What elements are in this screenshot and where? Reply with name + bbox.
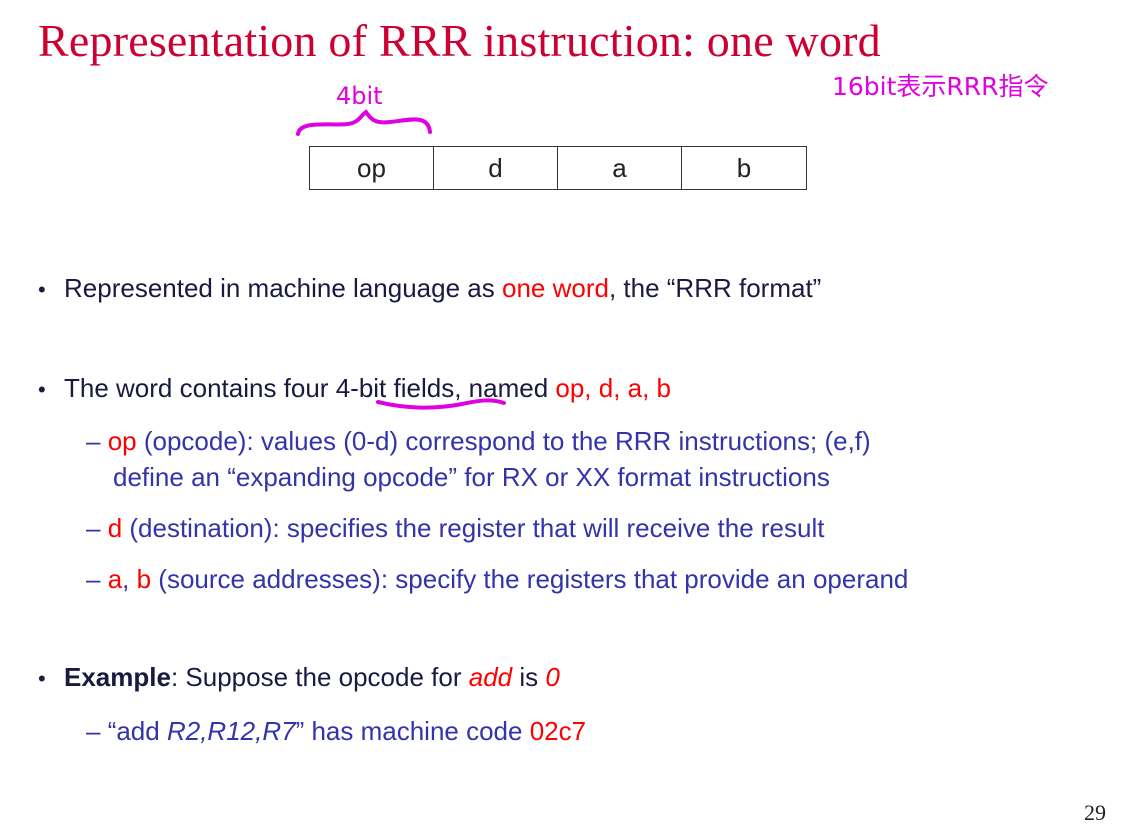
sub-op: – op (opcode): values (0-d) correspond t…	[86, 426, 871, 492]
field-b: b	[736, 152, 752, 183]
bullet-example: • Example: Suppose the opcode for add is …	[38, 662, 560, 692]
field-op: op	[310, 147, 434, 189]
bullet-fields: • The word contains four 4-bit fields, na…	[38, 373, 672, 403]
sub-a-b: – a, b (source addresses): specify the r…	[86, 564, 909, 594]
rrr-format-diagram: op d a b	[309, 146, 807, 190]
fields-underline-annotation	[376, 398, 506, 410]
bullet-dot: •	[38, 377, 46, 402]
slide-title: Representation of RRR instruction: one w…	[38, 15, 881, 66]
bullet-dot: •	[38, 666, 46, 691]
page-number: 29	[1084, 800, 1106, 825]
annotation-16bit: 16bit表示RRR指令	[832, 72, 1049, 101]
field-a: a	[558, 147, 682, 189]
sub-example: – “add R2,R12,R7” has machine code 02c7	[86, 716, 587, 746]
brace-annotation	[296, 109, 432, 136]
field-d: d	[434, 147, 558, 189]
bullet-represented: • Represented in machine language as one …	[38, 273, 822, 303]
sub-d: – d (destination): specifies the registe…	[86, 513, 825, 543]
bullet-dot: •	[38, 277, 46, 302]
